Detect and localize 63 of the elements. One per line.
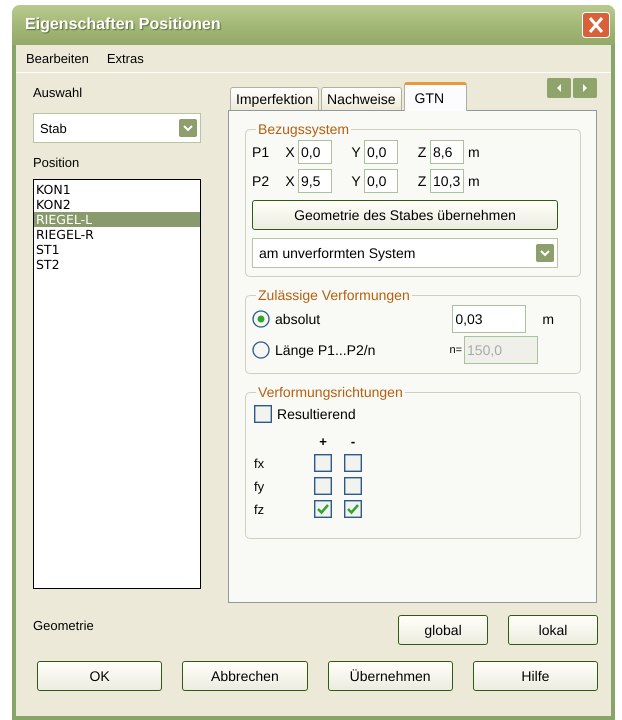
axis-label: Y	[350, 144, 362, 160]
checkbox[interactable]	[314, 477, 332, 495]
coordinate-field[interactable]: 8,6	[430, 140, 464, 164]
menu-item[interactable]: Extras	[106, 51, 144, 66]
checkbox[interactable]	[344, 500, 362, 518]
group-title: Verformungsrichtungen	[257, 384, 404, 400]
position-item[interactable]: RIEGEL-R	[34, 227, 200, 242]
checkbox-label: Resultierend	[277, 406, 357, 422]
dialog-button[interactable]: Abbrechen	[182, 661, 308, 691]
position-item[interactable]: KON1	[34, 182, 200, 197]
dialog-button[interactable]: OK	[37, 661, 162, 691]
position-label: Position	[33, 155, 80, 170]
position-item[interactable]: ST1	[34, 242, 200, 257]
row-label: fy	[254, 478, 266, 494]
coordinate-field[interactable]: 0,0	[364, 168, 398, 192]
coordinate-field[interactable]: 9,5	[298, 168, 332, 192]
checkbox[interactable]	[344, 454, 362, 472]
geometry-label: Geometrie	[33, 618, 94, 632]
axis-label: Y	[350, 172, 362, 188]
coordinate-field[interactable]: 10,3	[430, 168, 464, 192]
checkbox[interactable]	[314, 454, 332, 472]
tab[interactable]: Nachweise	[321, 87, 402, 110]
geometry-button[interactable]: global	[398, 615, 488, 645]
menu-item[interactable]: Bearbeiten	[26, 51, 89, 66]
group-title: Bezugssystem	[257, 121, 350, 137]
dialog-button[interactable]: Hilfe	[472, 661, 598, 691]
tab-scroll-arrows-icon[interactable]	[547, 78, 597, 98]
unit-label: m	[468, 144, 480, 160]
mode-dropdown[interactable]: am unverformten System	[252, 238, 558, 268]
unit-label: m	[542, 310, 554, 326]
n-label: n=	[448, 344, 462, 356]
axis-label: X	[284, 172, 296, 188]
point-label: P2	[252, 172, 270, 188]
selection-label: Auswahl	[33, 85, 84, 100]
row-label: fz	[254, 502, 266, 516]
option-label: Länge P1...P2/n	[275, 342, 376, 358]
column-header: -	[350, 434, 356, 449]
value-field[interactable]: 0,03	[452, 304, 526, 332]
option-label: absolut	[275, 310, 322, 326]
axis-label: X	[284, 144, 296, 160]
selection-dropdown[interactable]: Stab	[33, 113, 201, 143]
position-item[interactable]: KON2	[34, 197, 200, 212]
checkbox[interactable]	[344, 477, 362, 495]
point-label: P1	[252, 144, 270, 160]
take-geometry-button[interactable]: Geometrie des Stabes übernehmen	[252, 200, 558, 230]
coordinate-field[interactable]: 0,0	[298, 140, 332, 164]
window-title: Eigenschaften Positionen	[25, 16, 222, 34]
group-title: Zulässige Verformungen	[257, 287, 411, 303]
tab[interactable]: Imperfektion	[230, 87, 320, 110]
row-label: fx	[254, 456, 266, 470]
radio-button[interactable]	[252, 310, 270, 328]
column-header: +	[318, 434, 328, 449]
tab[interactable]: GTN	[404, 82, 468, 111]
axis-label: Z	[416, 172, 428, 188]
axis-label: Z	[416, 144, 428, 160]
checkbox[interactable]	[314, 500, 332, 518]
checkbox[interactable]	[254, 405, 272, 423]
position-item[interactable]: ST2	[34, 257, 200, 272]
unit-label: m	[468, 172, 480, 188]
geometry-button[interactable]: lokal	[508, 615, 598, 645]
close-icon[interactable]	[582, 12, 610, 38]
coordinate-field[interactable]: 0,0	[364, 140, 398, 164]
dialog-button[interactable]: Übernehmen	[328, 661, 453, 691]
